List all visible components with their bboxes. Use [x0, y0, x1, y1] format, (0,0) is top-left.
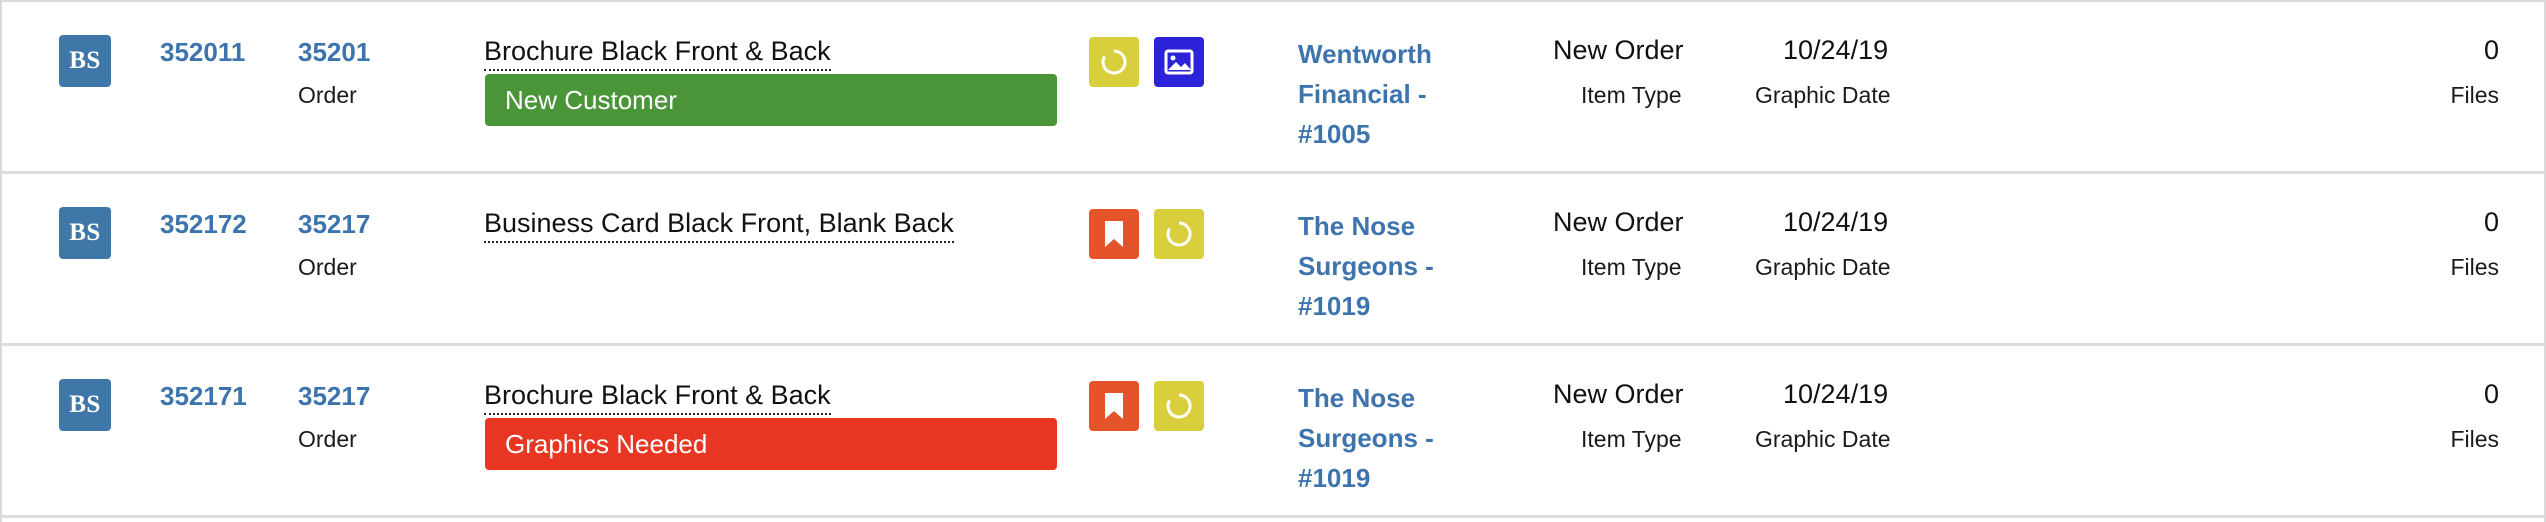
client-link[interactable]: The Nose Surgeons - #1019	[1298, 206, 1448, 326]
graphic-date-label: Graphic Date	[1755, 426, 1891, 452]
item-type-label: Item Type	[1581, 254, 1682, 280]
order-number-link[interactable]: 35217	[298, 209, 370, 240]
client-link[interactable]: The Nose Surgeons - #1019	[1298, 378, 1448, 498]
image-icon[interactable]	[1154, 37, 1204, 87]
status-tag: New Customer	[485, 74, 1057, 126]
table-row[interactable]: BS 352171 35217 Order Brochure Black Fro…	[2, 346, 2544, 518]
item-type-label: Item Type	[1581, 82, 1682, 108]
item-status: New Order	[1553, 379, 1684, 409]
files-label: Files	[2450, 82, 2499, 108]
client-link[interactable]: Wentworth Financial - #1005	[1298, 34, 1448, 154]
status-tag: Graphics Needed	[485, 418, 1057, 470]
item-type-label: Item Type	[1581, 426, 1682, 452]
product-name[interactable]: Brochure Black Front & Back	[484, 36, 831, 71]
files-count: 0	[2483, 207, 2499, 237]
graphic-date: 10/24/19	[1783, 35, 1889, 65]
order-number-link[interactable]: 35217	[298, 381, 370, 412]
order-label: Order	[298, 254, 357, 280]
bookmark-icon[interactable]	[1089, 209, 1139, 259]
graphic-date-label: Graphic Date	[1755, 254, 1891, 280]
item-id-link[interactable]: 352172	[160, 209, 247, 240]
item-id-link[interactable]: 352171	[160, 381, 247, 412]
order-label: Order	[298, 426, 357, 452]
item-status: New Order	[1553, 207, 1684, 237]
files-count: 0	[2483, 35, 2499, 65]
files-label: Files	[2450, 254, 2499, 280]
graphic-date: 10/24/19	[1783, 207, 1889, 237]
item-status: New Order	[1553, 35, 1684, 65]
graphic-date-label: Graphic Date	[1755, 82, 1891, 108]
order-number-link[interactable]: 35201	[298, 37, 370, 68]
order-label: Order	[298, 82, 357, 108]
refresh-icon[interactable]	[1154, 209, 1204, 259]
refresh-icon[interactable]	[1089, 37, 1139, 87]
graphic-date: 10/24/19	[1783, 379, 1889, 409]
order-items-table: BS 352011 35201 Order Brochure Black Fro…	[0, 0, 2546, 522]
table-row[interactable]: BS 352172 35217 Order Business Card Blac…	[2, 174, 2544, 346]
avatar: BS	[59, 207, 111, 259]
files-label: Files	[2450, 426, 2499, 452]
files-count: 0	[2483, 379, 2499, 409]
refresh-icon[interactable]	[1154, 381, 1204, 431]
product-name[interactable]: Business Card Black Front, Blank Back	[484, 208, 954, 243]
bookmark-icon[interactable]	[1089, 381, 1139, 431]
item-id-link[interactable]: 352011	[160, 37, 245, 68]
table-row[interactable]: BS 352011 35201 Order Brochure Black Fro…	[2, 2, 2544, 174]
avatar: BS	[59, 35, 111, 87]
avatar: BS	[59, 379, 111, 431]
product-name[interactable]: Brochure Black Front & Back	[484, 380, 831, 415]
